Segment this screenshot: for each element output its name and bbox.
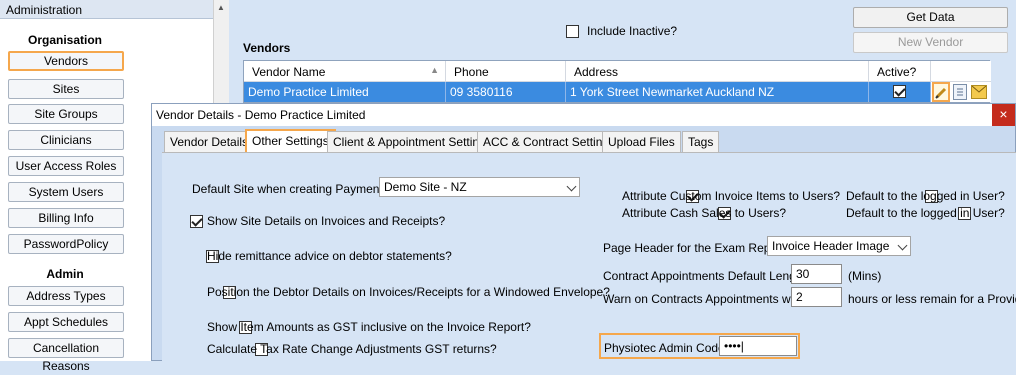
page-header-select[interactable]: Invoice Header Image [767, 236, 911, 256]
col-header-address[interactable]: Address [566, 61, 869, 82]
new-vendor-button[interactable]: New Vendor [853, 32, 1008, 53]
nav-clinicians-button[interactable]: Clinicians [8, 130, 124, 150]
contract-length-unit: (Mins) [848, 269, 882, 283]
section-admin-title: Admin [46, 267, 84, 281]
include-inactive-checkbox[interactable] [566, 25, 579, 39]
include-inactive-label: Include Inactive? [587, 24, 678, 38]
tax-rate-label: Calculate Tax Rate Change Adjustments GS… [207, 342, 497, 356]
col-header-phone[interactable]: Phone [446, 61, 566, 82]
nav-appt-schedules-button[interactable]: Appt Schedules [8, 312, 124, 332]
show-site-details-label: Show Site Details on Invoices and Receip… [207, 214, 446, 228]
contract-length-label: Contract Appointments Default Length [603, 269, 806, 283]
row-actions [931, 82, 991, 102]
nav-user-access-roles-button[interactable]: User Access Roles [8, 156, 124, 176]
row-phone[interactable]: 09 3580116 [446, 82, 566, 102]
chevron-down-icon [897, 240, 908, 251]
nav-password-policy-button[interactable]: PasswordPolicy [8, 234, 124, 254]
default-site-value: Demo Site - NZ [384, 180, 467, 194]
col-header-active[interactable]: Active? [869, 61, 931, 82]
attr-cash-label: Attribute Cash Sales to Users? [622, 206, 787, 220]
page-header-label: Page Header for the Exam Report [603, 241, 785, 255]
contract-length-input[interactable]: 30 [791, 264, 842, 284]
edit-icon[interactable] [932, 82, 950, 102]
section-organisation-title: Organisation [27, 33, 102, 47]
tab-client-appointment-settings[interactable]: Client & Appointment Settings [327, 131, 498, 152]
show-site-details-checkbox[interactable] [190, 215, 203, 229]
gst-inclusive-label: Show Item Amounts as GST inclusive on th… [207, 320, 531, 334]
physiotec-code-input[interactable]: ••••| [719, 336, 797, 356]
nav-system-users-button[interactable]: System Users [8, 182, 124, 202]
scroll-up-icon[interactable]: ▲ [217, 3, 225, 12]
physiotec-label: Physiotec Admin Code [604, 341, 725, 355]
tab-other-settings[interactable]: Other Settings [245, 129, 336, 153]
other-settings-panel: Default Site when creating Payments Demo… [162, 152, 1016, 362]
row-vendor-name[interactable]: Demo Practice Limited [244, 82, 446, 102]
nav-billing-info-button[interactable]: Billing Info [8, 208, 124, 228]
tab-upload-files[interactable]: Upload Files [602, 131, 681, 152]
default-site-select[interactable]: Demo Site - NZ [379, 177, 580, 197]
row-active-cell[interactable] [869, 82, 931, 102]
nav-address-types-button[interactable]: Address Types [8, 286, 124, 306]
nav-vendors-button[interactable]: Vendors [8, 51, 124, 71]
nav-cancellation-reasons-button[interactable]: Cancellation Reasons [8, 338, 124, 373]
row-active-checkbox[interactable] [893, 85, 906, 98]
attr-custom-label: Attribute Custom Invoice Items to Users? [622, 189, 841, 203]
position-debtor-label: Position the Debtor Details on Invoices/… [207, 285, 610, 299]
chevron-down-icon [566, 181, 577, 192]
tab-vendor-details[interactable]: Vendor Details [164, 131, 255, 152]
page-header-value: Invoice Header Image [772, 239, 890, 253]
row-address[interactable]: 1 York Street Newmarket Auckland NZ [566, 82, 869, 102]
col-header-vendor-name-label: Vendor Name [252, 65, 326, 79]
mail-icon[interactable] [971, 85, 987, 99]
col-header-vendor-name[interactable]: Vendor Name ▲ [244, 61, 446, 82]
warn-label: Warn on Contracts Appointments when [603, 292, 811, 306]
nav-site-groups-button[interactable]: Site Groups [8, 104, 124, 124]
tab-acc-contract-settings[interactable]: ACC & Contract Settings [477, 131, 622, 152]
hide-remittance-label: Hide remittance advice on debtor stateme… [207, 249, 452, 263]
dialog-title: Vendor Details - Demo Practice Limited [152, 104, 1015, 126]
vendors-section-title: Vendors [243, 41, 291, 55]
sort-up-icon: ▲ [430, 65, 439, 75]
col-header-actions [931, 61, 991, 82]
sidebar-header: Administration [0, 0, 213, 19]
warn-hours-input[interactable]: 2 [791, 287, 842, 307]
tab-tags[interactable]: Tags [682, 131, 720, 152]
document-icon[interactable] [953, 84, 967, 100]
close-icon[interactable]: × [992, 104, 1015, 126]
default-logged-label-2: Default to the logged in User? [846, 206, 1005, 220]
warn-suffix: hours or less remain for a Provider [848, 292, 1016, 306]
default-site-label: Default Site when creating Payments [192, 182, 389, 196]
vendors-table: Vendor Name ▲ Phone Address Active? Demo… [243, 60, 991, 103]
default-logged-label-1: Default to the logged in User? [846, 189, 1005, 203]
nav-sites-button[interactable]: Sites [8, 79, 124, 99]
get-data-button[interactable]: Get Data [853, 7, 1008, 28]
vendor-details-dialog: Vendor Details - Demo Practice Limited ×… [151, 103, 1016, 362]
